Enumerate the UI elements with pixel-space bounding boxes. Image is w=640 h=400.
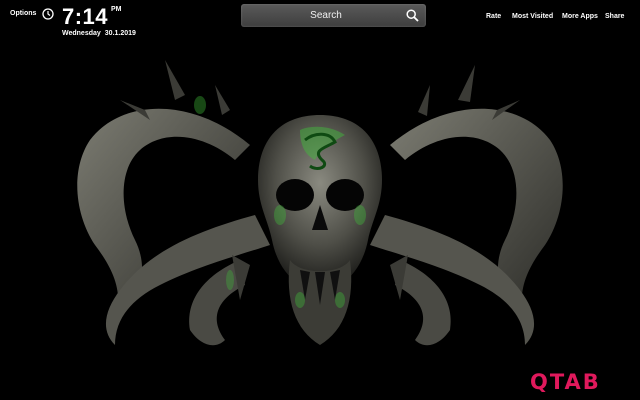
most-visited-link[interactable]: Most Visited (512, 13, 553, 20)
rate-link[interactable]: Rate (486, 13, 501, 20)
qtab-logo: QTAB (530, 370, 601, 394)
search-icon[interactable] (406, 9, 419, 22)
date-value: 30.1.2019 (104, 30, 136, 37)
search-input[interactable]: Search (241, 10, 411, 21)
share-link[interactable]: Share (605, 13, 624, 20)
wallpaper-skull-horns (0, 0, 640, 400)
top-bar: Options 7:14 PM Wednesday 30.1.2019 Searc… (0, 0, 640, 44)
clock-time: 7:14 (62, 4, 109, 29)
weekday: Wednesday (62, 30, 101, 37)
clock-ampm: PM (111, 6, 122, 13)
search-bar[interactable]: Search (241, 4, 426, 27)
more-apps-link[interactable]: More Apps (562, 13, 598, 20)
clock-date: Wednesday 30.1.2019 (62, 30, 140, 37)
clock-icon[interactable] (42, 8, 54, 20)
options-button[interactable]: Options (10, 10, 36, 17)
